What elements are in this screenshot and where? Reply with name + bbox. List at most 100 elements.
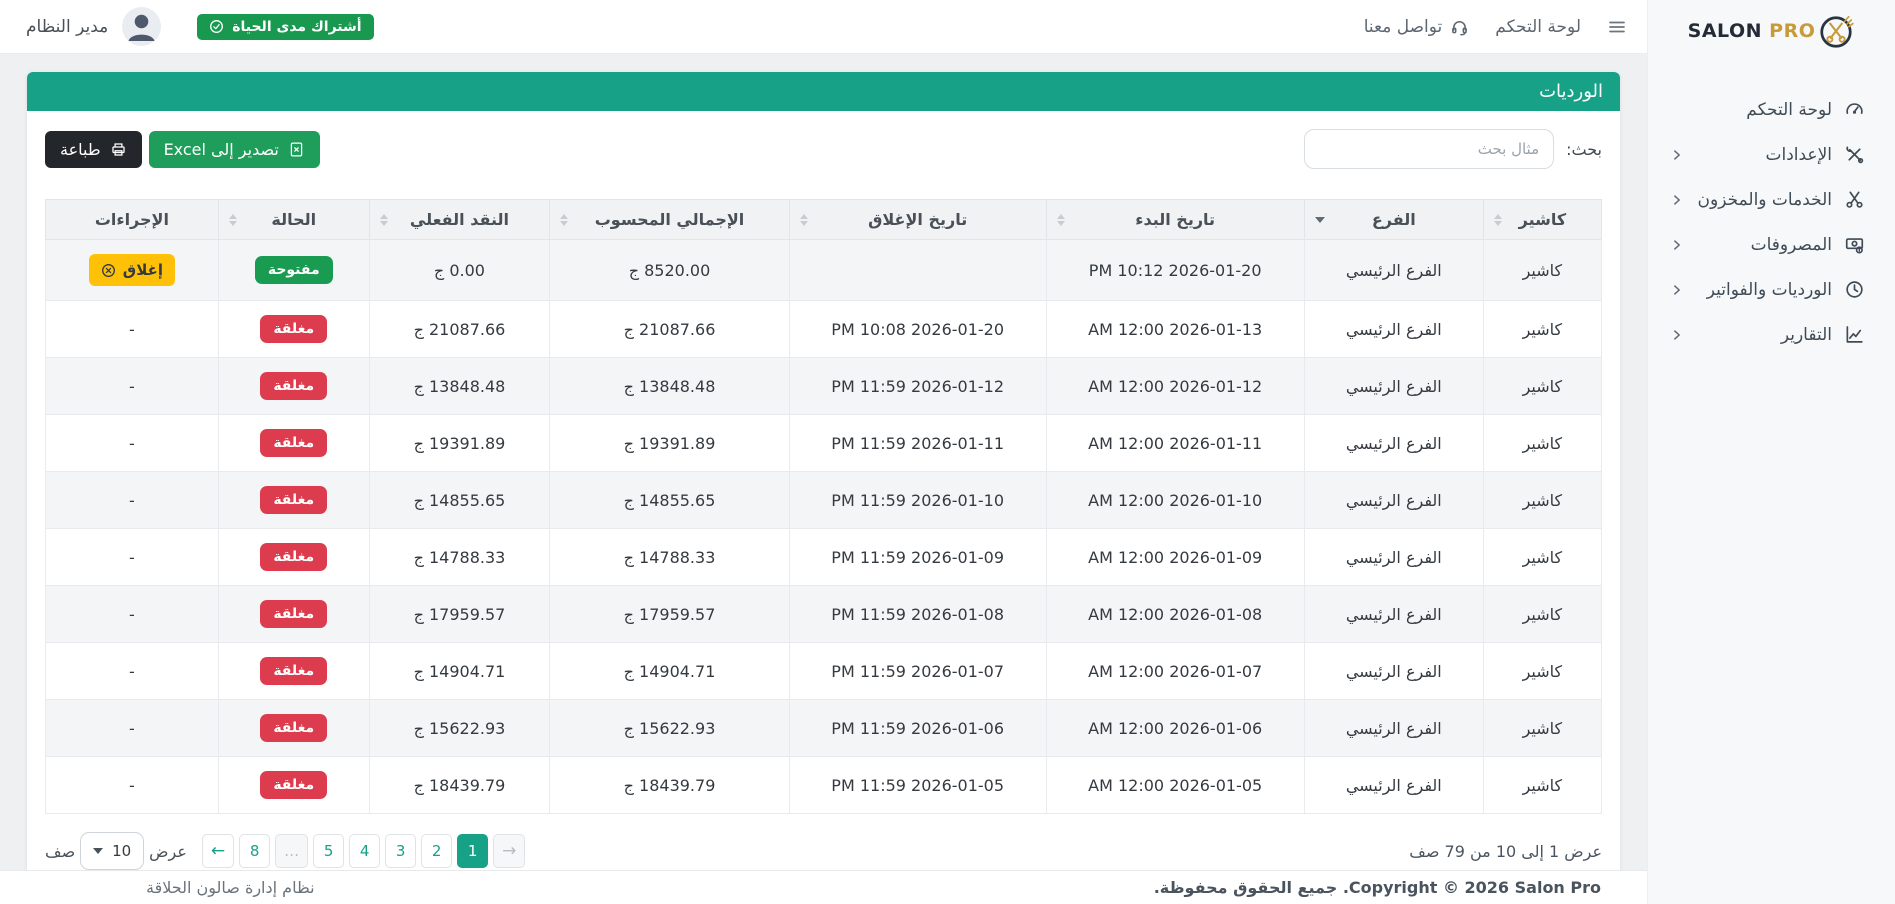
subscription-badge: أشتراك مدى الحياة — [197, 14, 373, 40]
column-header-cashier[interactable]: كاشير — [1483, 200, 1601, 240]
column-header-label: الفرع — [1372, 210, 1416, 229]
sidebar-item-label: الورديات والفواتير — [1707, 280, 1832, 300]
print-button[interactable]: طباعة — [45, 131, 142, 168]
cell-actual_cash: 19391.89 ج — [369, 415, 549, 472]
footer: Copyright © 2026 Salon Pro. جميع الحقوق … — [0, 870, 1647, 904]
sidebar-item-shifts-invoices[interactable]: الورديات والفواتير — [1670, 270, 1865, 309]
search-input[interactable] — [1304, 129, 1554, 169]
cell-close_date: 2026-01-08 11:59 PM — [789, 586, 1046, 643]
page-button-8[interactable]: 8 — [239, 834, 270, 868]
cell-computed_total: 15622.93 ج — [550, 700, 790, 757]
cell-close_date: 2026-01-12 11:59 PM — [789, 358, 1046, 415]
cell-close_date: 2026-01-20 10:08 PM — [789, 301, 1046, 358]
page-button-3[interactable]: 3 — [385, 834, 416, 868]
table-controls: بحث: تصدير إلى Excel — [45, 129, 1602, 169]
status-badge: مغلقة — [260, 714, 327, 742]
page-size-select[interactable]: 10 — [80, 832, 144, 870]
close-circle-icon — [101, 263, 116, 278]
cell-computed_total: 21087.66 ج — [550, 301, 790, 358]
cell-start_date: 2026-01-09 12:00 AM — [1046, 529, 1304, 586]
column-header-status[interactable]: الحالة — [218, 200, 369, 240]
brand-logo[interactable]: SALON PRO — [1648, 0, 1895, 56]
user-avatar[interactable] — [122, 7, 161, 46]
print-label: طباعة — [60, 140, 101, 159]
page-button-5[interactable]: 5 — [313, 834, 344, 868]
sidebar-item-services-inventory[interactable]: الخدمات والمخزون — [1670, 180, 1865, 219]
sidebar-item-dashboard[interactable]: لوحة التحكم — [1670, 90, 1865, 129]
hamburger-menu-icon[interactable] — [1607, 17, 1627, 37]
column-header-branch[interactable]: الفرع — [1304, 200, 1483, 240]
search-label: بحث: — [1566, 140, 1602, 159]
cell-actions: - — [46, 415, 219, 472]
sidebar-item-expenses[interactable]: المصروفات — [1670, 225, 1865, 264]
cell-branch: الفرع الرئيسي — [1304, 240, 1483, 301]
status-badge: مفتوحة — [255, 256, 333, 284]
cell-computed_total: 18439.79 ج — [550, 757, 790, 814]
nav-link-contact-label: تواصل معنا — [1364, 17, 1443, 37]
cell-actual_cash: 0.00 ج — [369, 240, 549, 301]
close-shift-button[interactable]: إغلاق — [89, 254, 175, 286]
page-ellipsis: … — [275, 834, 308, 868]
cell-actions: - — [46, 358, 219, 415]
cell-status: مغلقة — [218, 643, 369, 700]
sidebar-item-label: المصروفات — [1751, 235, 1832, 255]
cell-start_date: 2026-01-06 12:00 AM — [1046, 700, 1304, 757]
column-header-label: النقد الفعلي — [410, 210, 509, 229]
prev-page-button: → — [493, 834, 525, 868]
table-row: كاشيرالفرع الرئيسي2026-01-10 12:00 AM202… — [46, 472, 1602, 529]
column-header-label: تاريخ الإغلاق — [868, 210, 967, 229]
nav-link-contact[interactable]: تواصل معنا — [1364, 17, 1470, 37]
cell-status: مغلقة — [218, 586, 369, 643]
next-page-button[interactable]: ← — [202, 834, 234, 868]
sidebar-item-label: الخدمات والمخزون — [1698, 190, 1832, 210]
cell-actions: - — [46, 700, 219, 757]
sidebar-item-reports[interactable]: التقارير — [1670, 315, 1865, 354]
table-row: كاشيرالفرع الرئيسي2026-01-06 12:00 AM202… — [46, 700, 1602, 757]
cell-computed_total: 19391.89 ج — [550, 415, 790, 472]
salon-pro-emblem-icon — [1817, 12, 1855, 50]
column-header-close_date[interactable]: تاريخ الإغلاق — [789, 200, 1046, 240]
close-shift-label: إغلاق — [123, 261, 163, 279]
column-header-computed_total[interactable]: الإجمالي المحسوب — [550, 200, 790, 240]
sort-icon — [800, 214, 808, 226]
cell-actual_cash: 14855.65 ج — [369, 472, 549, 529]
pagination-row: عرض 1 إلى 10 من 79 صف →12345…8← عرض 10 ص… — [45, 832, 1602, 870]
cell-status: مغلقة — [218, 472, 369, 529]
page-size-value: 10 — [112, 842, 131, 860]
page-button-1[interactable]: 1 — [457, 834, 488, 868]
column-header-label: كاشير — [1519, 210, 1567, 229]
excel-file-icon — [288, 141, 305, 158]
chevron-icon — [1670, 148, 1684, 162]
cell-cashier: كاشير — [1483, 358, 1601, 415]
cell-computed_total: 13848.48 ج — [550, 358, 790, 415]
page-button-2[interactable]: 2 — [421, 834, 452, 868]
nav-link-dashboard[interactable]: لوحة التحكم — [1495, 17, 1581, 37]
cell-start_date: 2026-01-11 12:00 AM — [1046, 415, 1304, 472]
column-header-actual_cash[interactable]: النقد الفعلي — [369, 200, 549, 240]
table-row: كاشيرالفرع الرئيسي2026-01-08 12:00 AM202… — [46, 586, 1602, 643]
column-header-start_date[interactable]: تاريخ البدء — [1046, 200, 1304, 240]
cell-status: مغلقة — [218, 700, 369, 757]
cell-computed_total: 8520.00 ج — [550, 240, 790, 301]
column-header-label: الحالة — [271, 210, 316, 229]
sidebar-item-label: لوحة التحكم — [1746, 100, 1832, 120]
cell-close_date — [789, 240, 1046, 301]
table-row: كاشيرالفرع الرئيسي2026-01-09 12:00 AM202… — [46, 529, 1602, 586]
cell-actual_cash: 15622.93 ج — [369, 700, 549, 757]
cell-start_date: 2026-01-05 12:00 AM — [1046, 757, 1304, 814]
shifts-card-body: بحث: تصدير إلى Excel — [27, 111, 1620, 870]
cell-computed_total: 14788.33 ج — [550, 529, 790, 586]
brand-name-pro: PRO — [1769, 20, 1815, 42]
cell-branch: الفرع الرئيسي — [1304, 529, 1483, 586]
cell-branch: الفرع الرئيسي — [1304, 700, 1483, 757]
sidebar-item-settings[interactable]: الإعدادات — [1670, 135, 1865, 174]
cell-cashier: كاشير — [1483, 301, 1601, 358]
cell-cashier: كاشير — [1483, 472, 1601, 529]
cash-icon — [1844, 234, 1865, 255]
sidebar: SALON PRO لوحة التحكم الإعدادات — [1647, 0, 1895, 904]
export-excel-button[interactable]: تصدير إلى Excel — [149, 131, 320, 168]
sort-icon — [229, 214, 237, 226]
page-button-4[interactable]: 4 — [349, 834, 380, 868]
column-header-label: تاريخ البدء — [1135, 210, 1215, 229]
sort-icon — [560, 214, 568, 226]
